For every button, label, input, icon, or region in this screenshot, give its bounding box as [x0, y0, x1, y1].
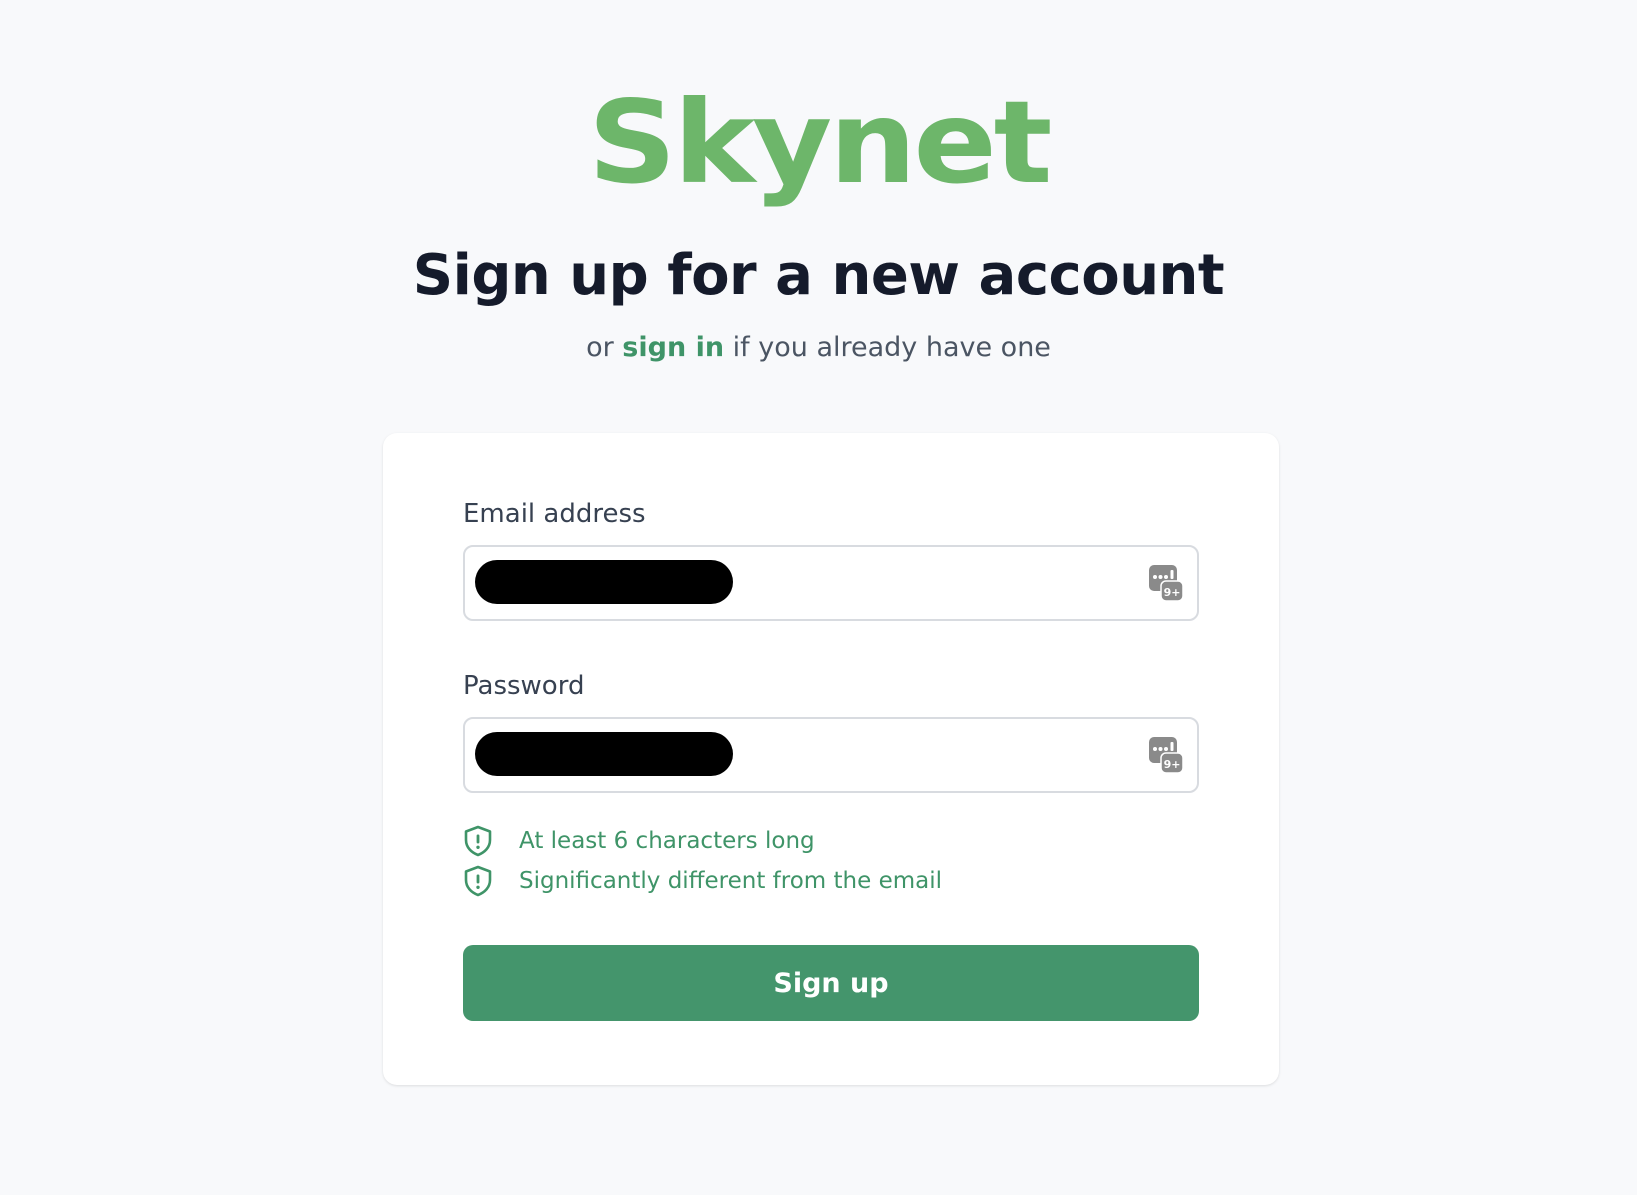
shield-alert-icon [464, 865, 492, 897]
signup-card: Email address 9+ Password 9+ At least 6 … [383, 433, 1279, 1085]
email-input[interactable] [465, 547, 1197, 619]
password-field-wrapper: 9+ [463, 717, 1199, 793]
password-manager-icon[interactable]: 9+ [1149, 737, 1183, 773]
password-requirement: At least 6 characters long [463, 824, 815, 858]
shield-alert-icon [464, 825, 492, 857]
password-requirement: Significantly different from the email [463, 864, 942, 898]
svg-text:9+: 9+ [1164, 758, 1181, 771]
requirement-text: At least 6 characters long [519, 828, 815, 854]
password-manager-icon[interactable]: 9+ [1149, 565, 1183, 601]
svg-text:9+: 9+ [1164, 586, 1181, 599]
email-label: Email address [463, 499, 646, 529]
sign-in-link[interactable]: sign in [622, 332, 724, 363]
subtitle-suffix: if you already have one [732, 332, 1051, 363]
email-field-wrapper: 9+ [463, 545, 1199, 621]
logo-wordmark: Skynet [587, 76, 1053, 209]
signup-page: Skynet Sign up for a new account or sign… [0, 0, 1637, 1195]
page-title: Sign up for a new account [412, 243, 1225, 308]
sign-up-button[interactable]: Sign up [463, 945, 1199, 1021]
subtitle-prefix: or [586, 332, 614, 363]
skynet-logo: Skynet [0, 76, 1637, 209]
password-input[interactable] [465, 719, 1197, 791]
requirement-text: Significantly different from the email [519, 868, 943, 894]
page-subtitle: or sign in if you already have one [0, 330, 1637, 366]
password-label: Password [463, 671, 585, 701]
